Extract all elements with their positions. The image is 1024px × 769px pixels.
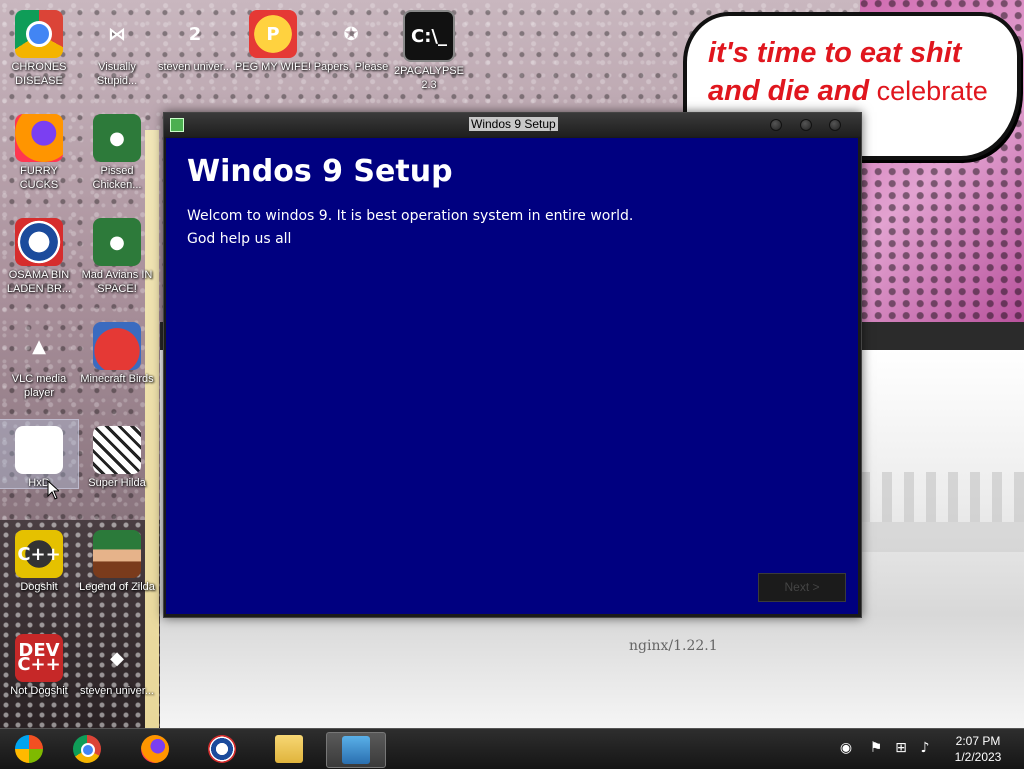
server-version-text: nginx/1.22.1 [629,638,718,654]
system-clock[interactable]: 2:07 PM 1/2/2023 [940,733,1016,765]
taskbar-firefox[interactable] [126,732,184,766]
super-hilda-icon [93,426,141,474]
next-button[interactable]: Next > [758,573,846,602]
taskbar-setup[interactable] [326,732,386,768]
setup-message-line: God help us all [187,231,292,247]
desktop-icon-legend-of-zilda[interactable]: Legend of Zilda [78,524,156,594]
desktop-icon-label: Pissed Chicken... [92,165,142,191]
desktop-icon-label: Mad Avians IN SPACE! [81,269,153,295]
desktop-icon-peggle[interactable]: P PEG MY WIFE! [234,4,312,74]
chrome-icon [73,735,101,763]
bubble-bold: and die and [708,75,870,107]
start-orb-icon [15,735,43,763]
desktop-icon-label: HxD [28,477,50,489]
setup-icon [342,736,370,764]
cpp-icon: C++ [15,530,63,578]
desktop-icon-label: OSAMA BIN LADEN BR... [6,269,72,295]
flag-icon[interactable]: ⚑ [868,740,884,756]
desktop-icon-label: Visually Stupid... [96,61,138,87]
desktop-icon-steven-universe-2[interactable]: ◆ steven univer... [78,628,156,698]
volume-icon[interactable]: ♪ [917,740,933,756]
desktop-icon-label: steven univer... [80,685,154,697]
taskbar-obama[interactable] [193,732,251,766]
desktop-icon-label: PEG MY WIFE! [234,61,312,73]
desktop-icon-visual-studio[interactable]: ⋈ Visually Stupid... [78,4,156,88]
setup-heading: Windos 9 Setup [187,154,453,189]
setup-body: Windos 9 Setup Welcom to windos 9. It is… [166,138,858,614]
desktop-icon-label: Minecraft Birds [80,373,154,385]
bubble-line: it's time to eat shit [708,37,962,69]
desktop-icon-dogshit[interactable]: C++ Dogshit [0,524,78,594]
minimize-button[interactable] [770,119,782,131]
setup-message-line: Welcom to windos 9. It is best operation… [187,208,634,224]
desktop-icon-label: CHRONES DISEASE [11,61,67,87]
cmd-icon: C:\_ [403,10,455,62]
desktop-icon-label: 2PACALYPSE 2.3 [394,65,464,91]
desktop-icon-chrome[interactable]: CHRONES DISEASE [0,4,78,88]
firefox-icon [15,114,63,162]
desktop-icon-label: VLC media player [11,373,67,399]
desktop-icon-hxd[interactable]: HxD HxD [0,419,79,489]
firefox-icon [141,735,169,763]
angry-birds-icon [93,322,141,370]
angry-birds-seasons-icon: ● [93,114,141,162]
bubble-thin: celebrate [869,76,988,106]
steven-universe-icon: 2 [188,23,202,45]
clock-date: 1/2/2023 [954,750,1002,764]
vlc-icon: ▲ [32,335,46,357]
desktop-icon-pissed-chicken[interactable]: ● Pissed Chicken... [78,108,156,192]
angry-birds-space-icon: ● [93,218,141,266]
desktop-icon-2pacalypse[interactable]: C:\_ 2PACALYPSE 2.3 [390,4,468,92]
diamond-icon: ◆ [110,647,124,669]
network-icon[interactable]: ⊞ [893,740,909,756]
desktop-icon-label: Super Hilda [88,477,146,489]
chrome-icon [15,10,63,58]
bubble-line: and die and celebrate [708,72,1008,110]
desktop-icon-steven-universe[interactable]: 2 steven univer... [156,4,234,74]
dev-cpp-icon: DEV C++ [15,634,63,682]
window-title: Windos 9 Setup [469,117,558,131]
file-explorer-icon [275,735,303,763]
desktop-icon-not-dogshit[interactable]: DEV C++ Not Dogshit [0,628,78,698]
desktop-icon-firefox[interactable]: FURRY CUCKS [0,108,78,192]
setup-app-icon [170,118,184,132]
papers-please-icon: ✪ [343,23,359,45]
taskbar-file-explorer[interactable] [260,732,318,766]
zelda-icon [93,530,141,578]
desktop-icon-label: Papers, Please [313,61,389,73]
window-titlebar[interactable]: Windos 9 Setup [164,113,861,137]
desktop-icon-vlc[interactable]: ▲ VLC media player [0,316,78,400]
taskbar-chrome[interactable] [58,732,116,766]
obama-logo-icon [15,218,63,266]
speech-bubble-text: it's time to eat shit and die and celebr… [708,34,1008,110]
peggle-icon: P [249,10,297,58]
taskbar: ◉ ⚑ ⊞ ♪ 2:07 PM 1/2/2023 [0,728,1024,769]
hxd-icon: HxD [15,426,63,474]
obama-tray-icon[interactable]: ◉ [838,740,854,756]
maximize-button[interactable] [800,119,812,131]
desktop-icon-label: Not Dogshit [10,685,68,697]
desktop-icon-label: FURRY CUCKS [19,165,59,191]
desktop-icon-papers-please[interactable]: ✪ Papers, Please [312,4,390,74]
close-button[interactable] [829,119,841,131]
desktop-icon-minecraft-birds[interactable]: Minecraft Birds [78,316,156,386]
desktop-icon-osama[interactable]: OSAMA BIN LADEN BR... [0,212,78,296]
desktop-icon-mad-avians[interactable]: ● Mad Avians IN SPACE! [78,212,156,296]
skyline-image [860,472,1024,552]
start-button[interactable] [0,732,58,766]
desktop-icon-label: Legend of Zilda [79,581,155,593]
desktop-icon-label: Dogshit [20,581,58,593]
desktop-icon-super-hilda[interactable]: Super Hilda [78,420,156,490]
desktop-icon-label: steven univer... [158,61,232,73]
clock-time: 2:07 PM [955,734,1001,748]
obama-logo-icon [208,735,236,763]
setup-message: Welcom to windos 9. It is best operation… [187,205,807,251]
mouse-cursor-icon [47,480,59,500]
setup-window[interactable]: Windos 9 Setup Windos 9 Setup Welcom to … [163,112,862,618]
visual-studio-icon: ⋈ [108,23,126,45]
